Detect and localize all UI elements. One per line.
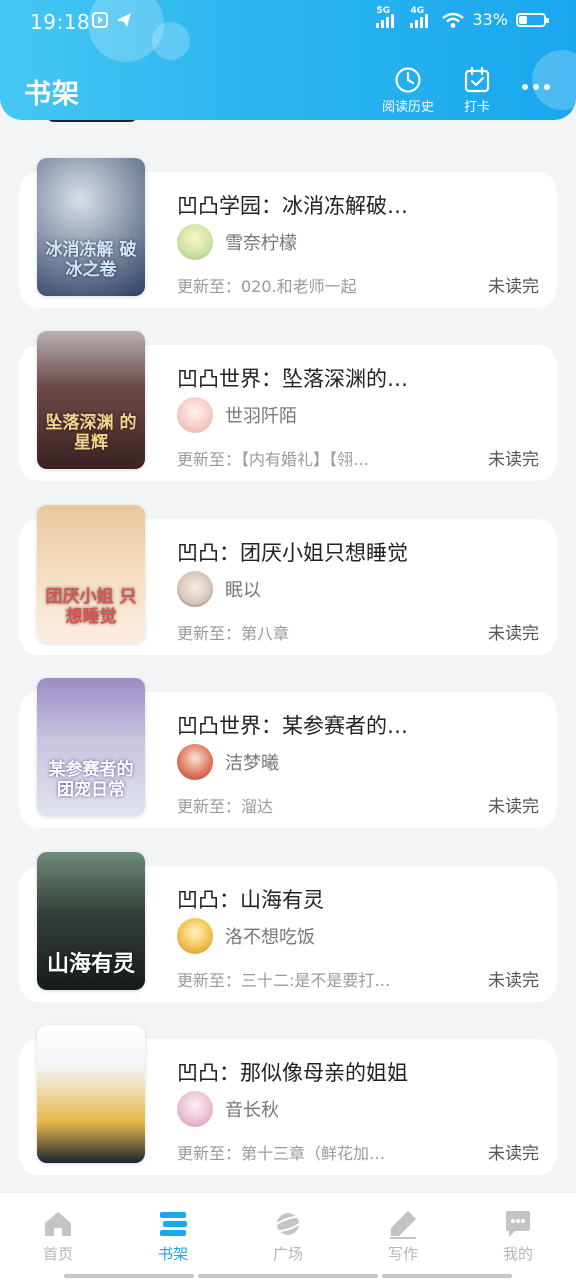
calendar-check-icon [464,66,490,93]
update-info: 更新至：【内有婚礼】【翎… [177,450,370,469]
planet-icon [271,1213,305,1235]
author-row: 世羽阡陌 [177,397,297,433]
previous-cover-edge [46,120,138,122]
read-status: 未读完 [488,624,539,644]
pen-icon [390,1211,416,1239]
read-status: 未读完 [488,1144,539,1164]
bookshelf-icon [160,1212,187,1236]
book-title: 凹凸：那似像母亲的姐姐 [177,1061,408,1085]
gesture-bar [382,1274,512,1278]
more-dots-icon[interactable] [522,84,550,90]
chat-bubble-icon [506,1211,530,1237]
book-card[interactable]: 团厌小姐 只想睡觉 凹凸：团厌小姐只想睡觉 眠以 更新至：第八章 未读完 [19,505,557,655]
nav-home[interactable]: 首页 [18,1207,98,1264]
read-status: 未读完 [488,277,539,297]
book-cover[interactable]: 某参赛者的 团宠日常 [37,678,145,816]
update-info: 更新至：三十二:是不是要打… [177,971,391,990]
network-5g-label: 5G [376,5,391,16]
book-cover[interactable]: 冰消冻解 破冰之卷 [37,158,145,296]
book-card[interactable]: 某参赛者的 团宠日常 凹凸世界：某参赛者的… 洁梦曦 更新至：溜达 未读完 [19,678,557,828]
nav-square-label: 广场 [272,1245,303,1263]
home-icon [45,1212,71,1236]
status-bar: 19:18 5G 4G 33% [0,0,576,44]
bookshelf-list[interactable]: 冰消冻解 破冰之卷 凹凸学园：冰消冻解破… 雪奈柠檬 更新至：020.和老师一起… [0,120,576,1192]
author-row: 雪奈柠檬 [177,224,297,260]
avatar [177,1091,213,1127]
network-4g-label: 4G [410,5,425,16]
cover-text: 团厌小姐 只想睡觉 [45,587,137,627]
nav-home-label: 首页 [42,1245,73,1263]
author-row: 洁梦曦 [177,744,279,780]
author-name: 音长秋 [225,1100,279,1121]
author-name: 眠以 [225,580,261,601]
book-title: 凹凸：团厌小姐只想睡觉 [177,541,408,565]
nav-mine[interactable]: 我的 [478,1207,558,1264]
read-status: 未读完 [488,797,539,817]
avatar [177,397,213,433]
author-name: 雪奈柠檬 [225,233,297,254]
wifi-icon [442,12,465,28]
book-cover[interactable]: 坠落深渊 的星辉 [37,331,145,469]
clock-icon [395,67,421,93]
reading-history-label: 阅读历史 [382,100,435,115]
book-cover[interactable] [37,1025,145,1163]
decor-bubble [532,50,576,110]
checkin-label: 打卡 [463,100,490,115]
cover-text: 山海有灵 [46,951,135,977]
book-cover[interactable]: 山海有灵 [37,852,145,990]
nav-bookshelf[interactable]: 书架 [133,1207,213,1264]
avatar [177,744,213,780]
avatar [177,571,213,607]
read-status: 未读完 [488,971,539,991]
nav-write[interactable]: 写作 [363,1207,443,1264]
status-time: 19:18 [30,10,91,34]
signal-5g-icon: 5G [376,6,395,28]
gesture-bar [198,1274,378,1278]
author-row: 洛不想吃饭 [177,918,315,954]
book-title: 凹凸世界：某参赛者的… [177,714,408,738]
nav-write-label: 写作 [387,1245,418,1263]
author-name: 洁梦曦 [225,753,279,774]
cover-text: 坠落深渊 的星辉 [45,413,137,453]
status-right: 5G 4G 33% [376,6,549,29]
gesture-bar [64,1274,194,1278]
update-info: 更新至：第八章 [177,624,290,643]
cover-text: 冰消冻解 破冰之卷 [45,240,137,280]
book-card[interactable]: 冰消冻解 破冰之卷 凹凸学园：冰消冻解破… 雪奈柠檬 更新至：020.和老师一起… [19,158,557,308]
bottom-nav: 首页 书架 广场 写作 我的 [0,1192,576,1280]
book-title: 凹凸：山海有灵 [177,888,324,912]
author-name: 洛不想吃饭 [225,927,315,948]
book-cover[interactable]: 团厌小姐 只想睡觉 [37,505,145,643]
author-name: 世羽阡陌 [225,406,297,427]
nav-bookshelf-label: 书架 [157,1245,188,1263]
book-card[interactable]: 坠落深渊 的星辉 凹凸世界：坠落深渊的… 世羽阡陌 更新至：【内有婚礼】【翎… … [19,331,557,481]
checkin-button[interactable]: 打卡 [463,66,491,115]
read-status: 未读完 [488,450,539,470]
battery-icon [516,12,549,27]
author-row: 音长秋 [177,1091,279,1127]
book-title: 凹凸世界：坠落深渊的… [177,367,408,391]
nav-mine-label: 我的 [502,1245,533,1263]
nav-square[interactable]: 广场 [248,1207,328,1264]
book-title: 凹凸学园：冰消冻解破… [177,194,408,218]
cover-text: 某参赛者的 团宠日常 [48,760,134,800]
author-row: 眠以 [177,571,261,607]
book-card[interactable]: 凹凸：那似像母亲的姐姐 音长秋 更新至：第十三章（鲜花加… 未读完 [19,1025,557,1175]
book-card[interactable]: 山海有灵 凹凸：山海有灵 洛不想吃饭 更新至：三十二:是不是要打… 未读完 [19,852,557,1002]
page-title: 书架 [24,79,80,110]
reading-history-button[interactable]: 阅读历史 [382,66,434,115]
battery-percent: 33% [472,10,508,29]
avatar [177,918,213,954]
avatar [177,224,213,260]
update-info: 更新至：020.和老师一起 [177,277,357,296]
app-header: 19:18 5G 4G 33% 书架 阅读历史 打卡 [0,0,576,120]
update-info: 更新至：溜达 [177,797,274,816]
send-notification-icon [117,13,131,27]
update-info: 更新至：第十三章（鲜花加… [177,1144,386,1163]
signal-4g-icon: 4G [410,6,429,28]
app-notification-icon [92,12,108,28]
